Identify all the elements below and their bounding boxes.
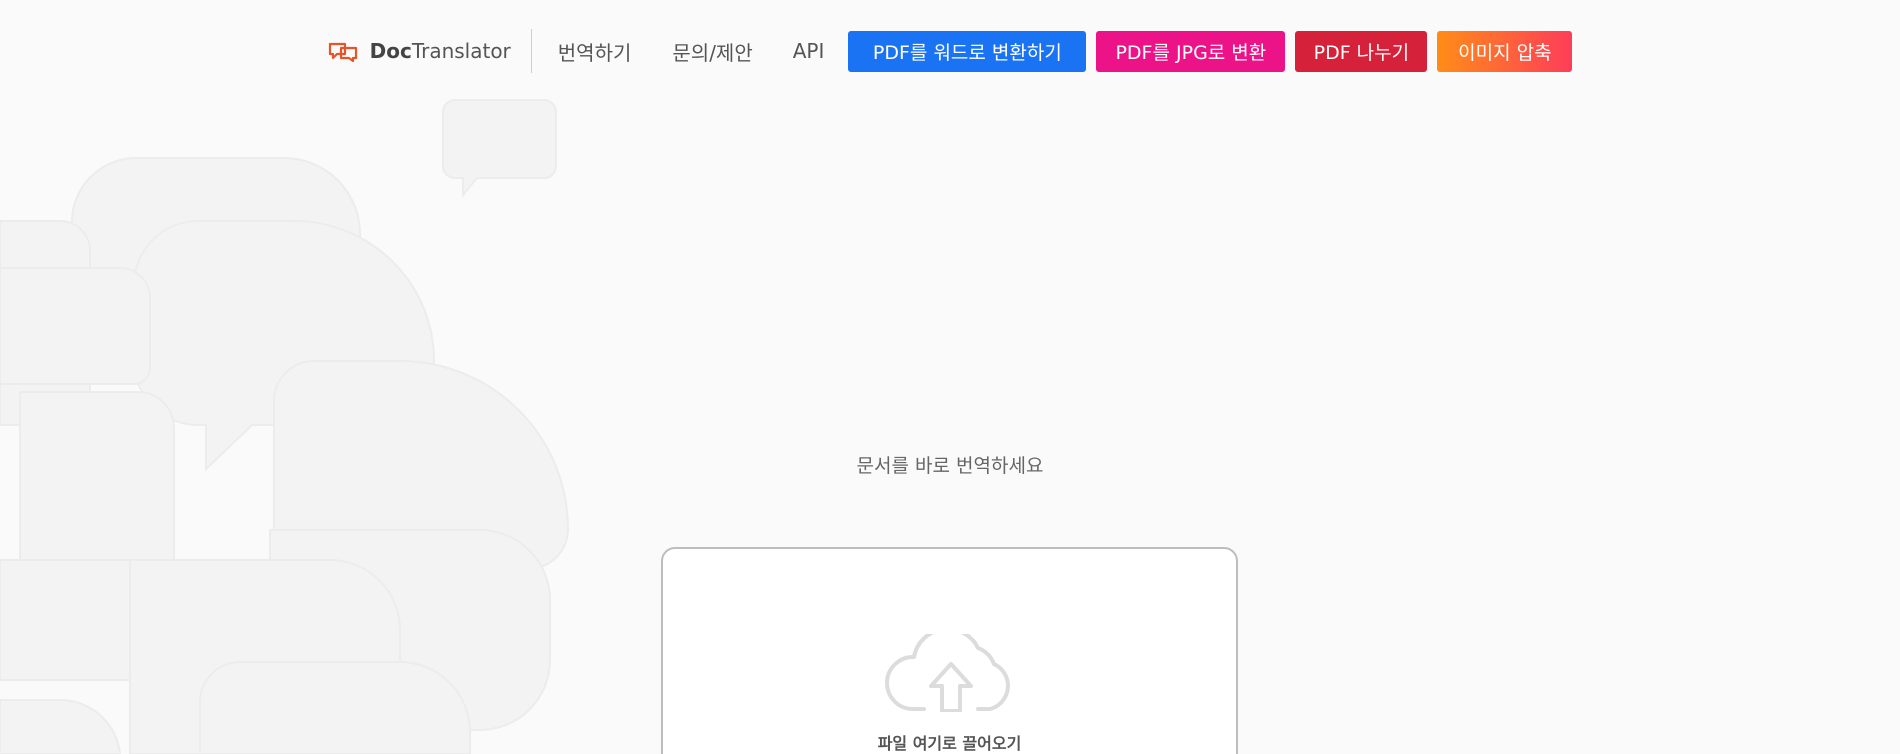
background-bubbles-decoration [0, 99, 570, 754]
dropzone-label: 파일 여기로 끌어오기 [877, 734, 1022, 753]
split-pdf-button[interactable]: PDF 나누기 [1295, 30, 1428, 72]
compress-image-button[interactable]: 이미지 압축 [1437, 30, 1573, 72]
brand-logo-link[interactable]: DocTranslator [328, 29, 532, 73]
brand-name-rest: Translator [411, 39, 511, 63]
page: DocTranslator 번역하기 문의/제안 API PDF를 워드로 변환… [0, 0, 1900, 754]
top-navigation: DocTranslator 번역하기 문의/제안 API PDF를 워드로 변환… [0, 28, 1900, 74]
pdf-to-word-button[interactable]: PDF를 워드로 변환하기 [848, 30, 1087, 72]
pdf-to-jpg-button[interactable]: PDF를 JPG로 변환 [1096, 30, 1286, 72]
nav-api-link[interactable]: API [793, 39, 825, 63]
nav-translate-link[interactable]: 번역하기 [558, 37, 632, 66]
nav-contact-link[interactable]: 문의/제안 [672, 37, 752, 66]
file-dropzone[interactable]: 파일 여기로 끌어오기 [661, 547, 1238, 754]
cloud-upload-icon [885, 634, 1010, 712]
chat-bubbles-logo-icon [328, 42, 357, 62]
hero-subtitle: 문서를 바로 번역하세요 [856, 455, 1044, 477]
brand-name: DocTranslator [370, 39, 511, 63]
brand-name-bold: Doc [369, 39, 412, 63]
